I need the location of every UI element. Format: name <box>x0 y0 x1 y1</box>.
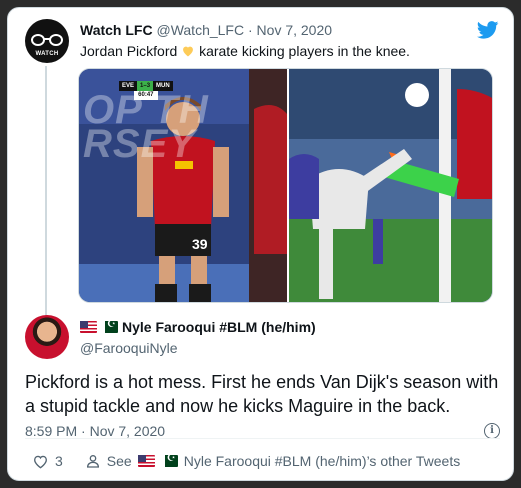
thread-line <box>45 66 47 324</box>
quoted-author-handle[interactable]: @Watch_LFC <box>156 22 244 38</box>
photo-right-scene <box>289 69 492 302</box>
see-other-tweets-link[interactable]: See Nyle Farooqui #BLM (he/him)’s other … <box>85 453 460 469</box>
reply-timestamp[interactable]: 8:59 PM · Nov 7, 2020 <box>25 423 165 439</box>
reply-author-handle[interactable]: @FarooquiNyle <box>80 340 177 356</box>
us-flag-icon <box>137 455 155 467</box>
heart-icon <box>34 455 47 468</box>
tweet-media[interactable]: OP TH RSEY EVE 1–3 MUN 60:47 39 <box>78 68 493 303</box>
pakistan-flag-icon <box>101 319 118 333</box>
match-photo-left[interactable]: OP TH RSEY EVE 1–3 MUN 60:47 39 <box>79 69 287 302</box>
quoted-text-before: Jordan Pickford <box>80 43 178 59</box>
like-count: 3 <box>55 453 63 469</box>
see-prefix: See <box>106 453 132 469</box>
quoted-tweet-date[interactable]: Nov 7, 2020 <box>257 22 333 38</box>
shirt-number-layer: 39 <box>192 236 208 252</box>
quoted-author-name[interactable]: Watch LFC <box>80 22 153 38</box>
us-flag-icon <box>80 321 97 333</box>
avatar-logo-text: WATCH <box>35 51 59 57</box>
glasses-icon <box>30 34 64 48</box>
divider <box>25 438 500 439</box>
info-icon[interactable]: i <box>484 423 500 439</box>
match-photo-right[interactable] <box>289 69 492 302</box>
see-other-tweets-label: Nyle Farooqui #BLM (he/him)’s other Twee… <box>183 453 461 469</box>
tweet-card: WATCH Watch LFC @Watch_LFC · Nov 7, 2020… <box>7 7 514 481</box>
watchlfc-avatar[interactable]: WATCH <box>25 19 69 63</box>
shirt-number: 39 <box>192 236 208 252</box>
reply-author-name-row[interactable]: Nyle Farooqui #BLM (he/him) <box>80 319 316 335</box>
reply-author-name[interactable]: Nyle Farooqui #BLM (he/him) <box>122 319 316 335</box>
like-button[interactable]: 3 <box>32 453 63 469</box>
yellow-heart-emoji-icon <box>183 46 194 57</box>
quoted-tweet-header: Watch LFC @Watch_LFC · Nov 7, 2020 <box>80 22 332 38</box>
nyle-avatar[interactable] <box>25 315 69 359</box>
pakistan-flag-icon <box>160 453 178 467</box>
header-separator: · <box>247 22 253 38</box>
quoted-tweet-text: Jordan Pickford karate kicking players i… <box>80 43 410 59</box>
reply-tweet-text: Pickford is a hot mess. First he ends Va… <box>25 372 499 416</box>
person-icon <box>86 455 99 468</box>
quoted-text-after: karate kicking players in the knee. <box>199 43 410 59</box>
twitter-bird-icon[interactable] <box>477 21 499 39</box>
action-bar: 3 See Nyle Farooqui #BLM (he/him)’s othe… <box>25 453 460 469</box>
